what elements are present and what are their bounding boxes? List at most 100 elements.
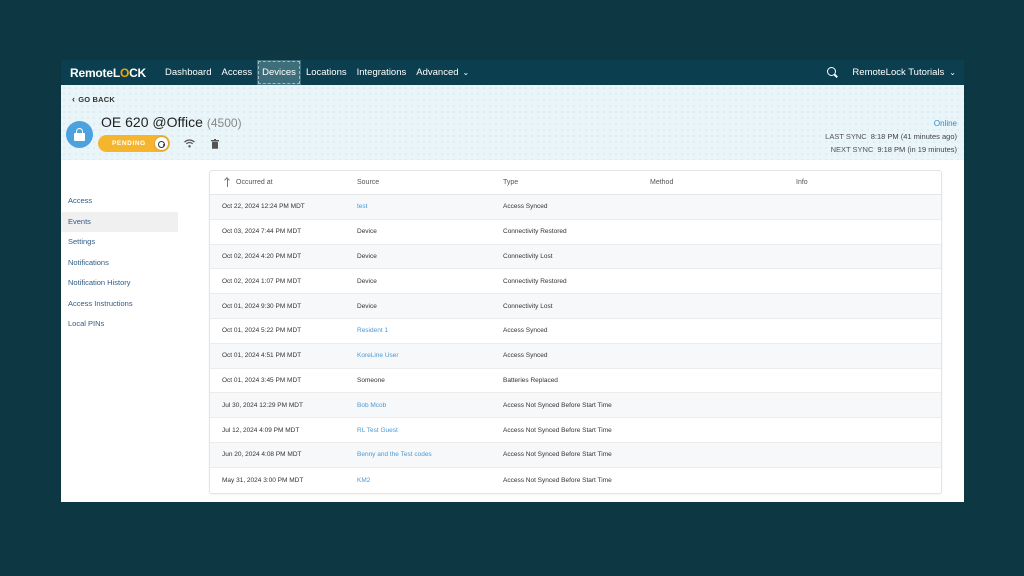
search-icon[interactable] [827,67,838,78]
wifi-icon[interactable] [184,139,195,148]
sidebar-item-notification-history[interactable]: Notification History [61,273,178,294]
nav-dashboard[interactable]: Dashboard [160,60,216,85]
cell-source: Device [357,252,377,260]
table-row[interactable]: Oct 01, 2024 4:51 PM MDT KoreLine User Acc… [210,343,941,369]
top-nav: RemoteLOCK Dashboard Access Devices Loca… [61,60,964,85]
chevron-left-icon: ‹ [72,94,76,104]
app-window: RemoteLOCK Dashboard Access Devices Loca… [61,60,964,502]
cell-occurred-at: Oct 01, 2024 3:45 PM MDT [222,376,302,384]
device-id: (4500) [206,116,242,130]
account-name: RemoteLock Tutorials [852,67,945,78]
cell-source[interactable]: test [357,203,503,210]
column-occurred-at-label: Occurred at [236,179,273,186]
cell-source[interactable]: RL Test Guest [357,427,503,434]
cell-type: Access Synced [503,352,548,360]
nav-access[interactable]: Access [217,60,258,85]
nav-advanced[interactable]: Advanced ⌄ [411,60,474,85]
brand-text-o: O [119,65,130,80]
pending-lock-icon [154,136,169,151]
table-row[interactable]: Jun 20, 2024 4:08 PM MDT Benny and the Te… [210,442,941,468]
table-row[interactable]: Oct 22, 2024 12:24 PM MDT test Access Sync… [210,195,941,220]
sidebar-item-events[interactable]: Events [61,211,178,232]
cell-type: Access Not Synced Before Start Time [503,426,612,434]
cell-source[interactable]: KM2 [357,477,503,484]
table-row[interactable]: Jul 12, 2024 4:09 PM MDT RL Test Guest Acc… [210,418,941,443]
cell-type: Access Synced [503,327,548,335]
table-row[interactable]: Oct 01, 2024 5:22 PM MDT Resident 1 Access… [210,319,941,344]
cell-source[interactable]: Bob Mcob [357,402,503,409]
cell-type: Connectivity Lost [503,252,553,260]
nav-devices[interactable]: Devices [257,60,301,85]
cell-type: Batteries Replaced [503,376,558,384]
table-header: Occurred at Source Type Method Info [210,171,941,195]
nav-right: RemoteLock Tutorials ⌄ [827,60,956,85]
table-row[interactable]: Oct 02, 2024 4:20 PM MDT Device Connectivi… [210,244,941,270]
sidebar-item-access[interactable]: Access [61,191,178,212]
go-back-link[interactable]: ‹ GO BACK [72,94,115,104]
column-type: Type [503,179,519,186]
status-badge-label: PENDING [112,140,146,147]
table-row[interactable]: Jul 30, 2024 12:29 PM MDT Bob Mcob Access … [210,393,941,419]
cell-source: Someone [357,376,385,384]
last-sync-label: LAST SYNC [825,132,867,141]
column-occurred-at[interactable]: Occurred at [210,178,357,188]
next-sync-value: 9:18 PM (in 19 minutes) [877,145,957,154]
sync-status: Online LAST SYNC 8:18 PM (41 minutes ago)… [825,117,957,156]
trash-icon[interactable] [211,139,219,149]
cell-occurred-at: Jul 12, 2024 4:09 PM MDT [222,426,300,434]
connection-status: Online [933,119,957,128]
device-name: OE 620 @Office [101,114,203,130]
device-header: ‹ GO BACK OE 620 @Office (4500) PENDING On… [61,85,964,160]
cell-occurred-at: Oct 22, 2024 12:24 PM MDT [222,203,305,211]
cell-source[interactable]: Benny and the Test codes [357,451,503,458]
chevron-down-icon: ⌄ [949,68,956,77]
column-source: Source [357,179,380,186]
brand-text-ck: CK [129,65,147,80]
cell-occurred-at: May 31, 2024 3:00 PM MDT [222,476,304,484]
cell-occurred-at: Oct 01, 2024 4:51 PM MDT [222,352,302,360]
cell-occurred-at: Oct 02, 2024 1:07 PM MDT [222,277,302,285]
cell-occurred-at: Oct 03, 2024 7:44 PM MDT [222,228,302,236]
nav-advanced-label: Advanced [416,67,459,78]
sort-icon[interactable] [224,178,230,188]
table-row[interactable]: Oct 01, 2024 9:30 PM MDT Device Connectivi… [210,294,941,319]
cell-type: Connectivity Restored [503,228,567,236]
table-row[interactable]: Oct 01, 2024 3:45 PM MDT Someone Batteries… [210,369,941,394]
cell-occurred-at: Oct 02, 2024 4:20 PM MDT [222,252,302,260]
brand-text-l: L [112,65,120,80]
nav-locations[interactable]: Locations [301,60,352,85]
sidebar-item-local-pins[interactable]: Local PINs [61,314,178,335]
cell-source[interactable]: Resident 1 [357,327,503,334]
cell-occurred-at: Jun 20, 2024 4:08 PM MDT [222,451,302,459]
table-row[interactable]: May 31, 2024 3:00 PM MDT KM2 Access Not Sy… [210,468,941,493]
table-body: Oct 22, 2024 12:24 PM MDT test Access Sync… [210,195,941,493]
cell-occurred-at: Oct 01, 2024 5:22 PM MDT [222,327,302,335]
cell-type: Access Not Synced Before Start Time [503,476,612,484]
column-method: Method [650,179,674,186]
page-title: OE 620 @Office (4500) [101,114,242,130]
cell-type: Connectivity Lost [503,302,553,310]
status-badge[interactable]: PENDING [98,135,170,152]
cell-occurred-at: Oct 01, 2024 9:30 PM MDT [222,302,302,310]
cell-type: Access Not Synced Before Start Time [503,401,612,409]
cell-type: Access Synced [503,203,548,211]
sidebar-item-access-instructions[interactable]: Access Instructions [61,294,178,315]
cell-source: Device [357,302,377,310]
next-sync-row: NEXT SYNC 9:18 PM (in 19 minutes) [825,143,957,156]
cell-source: Device [357,277,377,285]
next-sync-label: NEXT SYNC [830,145,874,154]
account-menu[interactable]: RemoteLock Tutorials ⌄ [852,67,956,78]
lock-icon [66,121,93,148]
sidebar-item-notifications[interactable]: Notifications [61,253,178,274]
chevron-down-icon: ⌄ [462,68,470,77]
table-row[interactable]: Oct 02, 2024 1:07 PM MDT Device Connectivi… [210,269,941,295]
nav-integrations[interactable]: Integrations [352,60,412,85]
brand-logo[interactable]: RemoteLOCK [70,66,146,80]
table-row[interactable]: Oct 03, 2024 7:44 PM MDT Device Connectivi… [210,220,941,245]
sidebar: Access Events Settings Notifications Not… [61,191,178,335]
column-info: Info [796,179,808,186]
cell-type: Access Not Synced Before Start Time [503,451,612,459]
cell-source[interactable]: KoreLine User [357,352,503,359]
brand-text-remote: Remote [70,65,113,80]
sidebar-item-settings[interactable]: Settings [61,232,178,253]
